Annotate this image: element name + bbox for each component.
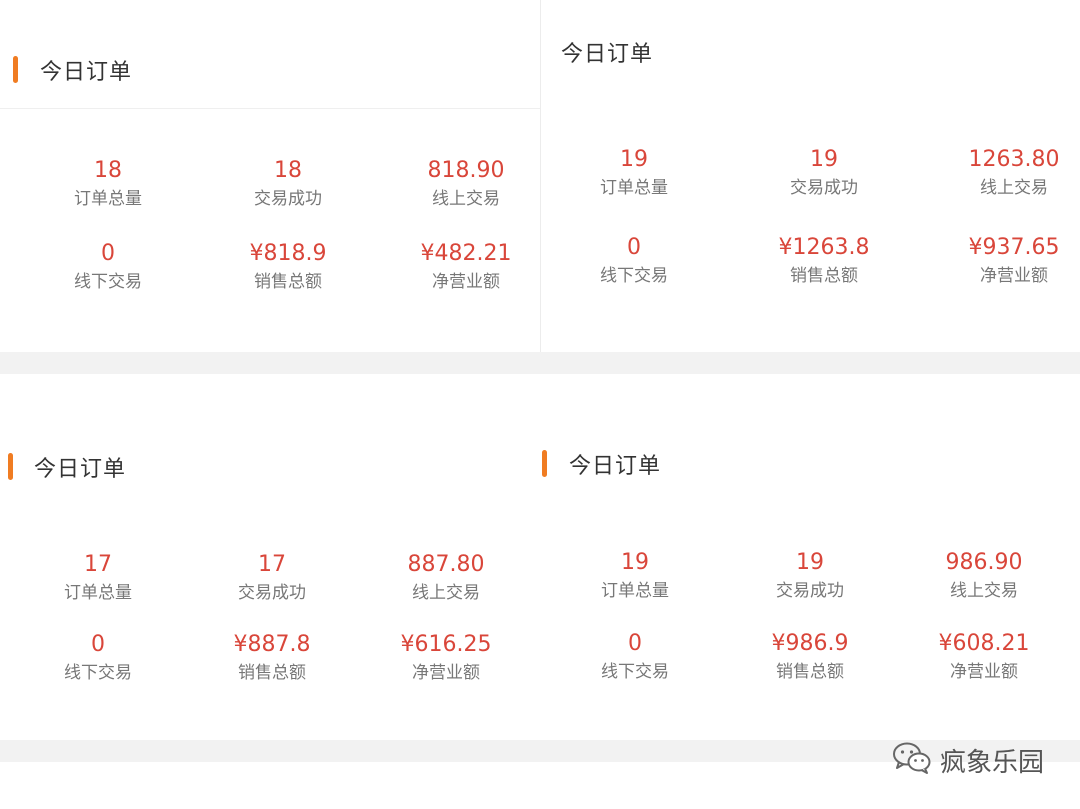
- stat-value: 1263.80: [968, 147, 1060, 172]
- section-gap: [0, 740, 540, 762]
- stat-net-revenue: ¥608.21 净营业额: [874, 631, 1080, 683]
- panel-title: 今日订单: [34, 457, 127, 482]
- stat-value: 986.90: [945, 550, 1023, 575]
- order-panel-3: 今日订单 17 订单总量 17 交易成功 887.80 线上交易 0 线下交易 …: [0, 374, 540, 740]
- stat-label: 销售总额: [790, 266, 858, 286]
- title-accent-bar: [8, 453, 13, 480]
- stat-value: 887.80: [407, 552, 485, 577]
- stat-net-revenue: ¥482.21 净营业额: [356, 241, 540, 293]
- title-accent-bar: [13, 56, 18, 83]
- stat-online: 887.80 线上交易: [336, 552, 540, 604]
- stat-value: ¥1263.8: [778, 235, 870, 260]
- section-gap: [540, 352, 1080, 374]
- stat-label: 线上交易: [950, 581, 1018, 601]
- stat-label: 净营业额: [980, 266, 1048, 286]
- stat-label: 线上交易: [432, 189, 500, 209]
- panel-title: 今日订单: [561, 42, 654, 67]
- stat-net-revenue: ¥937.65 净营业额: [904, 235, 1080, 287]
- stat-online: 986.90 线上交易: [874, 550, 1080, 602]
- order-panel-4: 今日订单 19 订单总量 19 交易成功 986.90 线上交易 0 线下交易 …: [540, 374, 1080, 740]
- panel-separator: [540, 0, 541, 352]
- stat-label: 净营业额: [950, 662, 1018, 682]
- stat-value: ¥616.25: [400, 632, 492, 657]
- panel-title: 今日订单: [569, 454, 662, 479]
- stat-label: 线上交易: [980, 178, 1048, 198]
- stat-online: 818.90 线上交易: [356, 158, 540, 210]
- stat-value: 19: [810, 147, 838, 172]
- stat-label: 净营业额: [432, 272, 500, 292]
- stat-net-revenue: ¥616.25 净营业额: [336, 632, 540, 684]
- panel-title: 今日订单: [40, 60, 133, 85]
- stat-value: ¥482.21: [420, 241, 512, 266]
- wechat-icon: [892, 741, 932, 779]
- stat-label: 线上交易: [412, 583, 480, 603]
- watermark-text: 疯象乐园: [939, 747, 1044, 778]
- stat-value: 818.90: [427, 158, 505, 183]
- order-panel-2: 今日订单 19 订单总量 19 交易成功 1263.80 线上交易 0 线下交易…: [540, 0, 1080, 352]
- order-panel-1: 今日订单 18 订单总量 18 交易成功 818.90 线上交易 0 线下交易 …: [0, 0, 540, 352]
- stat-success: 19 交易成功: [714, 147, 934, 199]
- watermark: 疯象乐园: [892, 741, 1044, 779]
- stat-label: 交易成功: [790, 178, 858, 198]
- stat-label: 净营业额: [412, 663, 480, 683]
- header-divider: [0, 108, 540, 109]
- stat-value: ¥608.21: [938, 631, 1030, 656]
- stat-value: ¥937.65: [968, 235, 1060, 260]
- stat-sales-total: ¥1263.8 销售总额: [714, 235, 934, 287]
- title-accent-bar: [542, 450, 547, 477]
- section-gap: [0, 352, 540, 374]
- stat-online: 1263.80 线上交易: [904, 147, 1080, 199]
